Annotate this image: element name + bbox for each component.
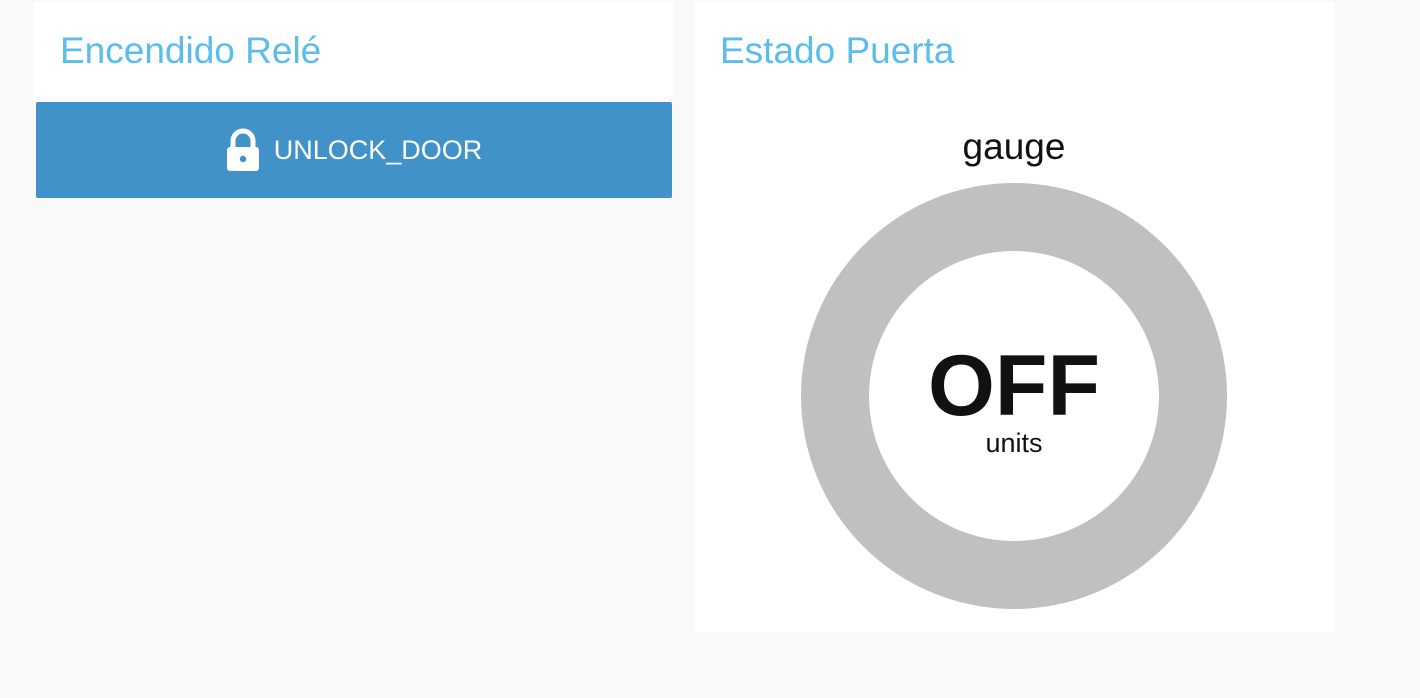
gauge-graphic <box>801 183 1227 609</box>
door-gauge: gauge OFF units <box>694 2 1334 632</box>
relay-card: Encendido Relé <box>34 2 674 98</box>
unlock-door-button[interactable]: UNLOCK_DOOR <box>36 102 672 198</box>
gauge-value: OFF <box>928 338 1100 434</box>
gauge-title: gauge <box>962 126 1066 167</box>
gauge-units: units <box>985 428 1043 458</box>
unlock-door-label: UNLOCK_DOOR <box>273 134 483 165</box>
relay-card-title: Encendido Relé <box>60 30 322 71</box>
lock-icon <box>226 128 260 172</box>
door-status-card: Estado Puerta gauge OFF units <box>694 2 1334 632</box>
dashboard: Encendido Relé UNLOCK_DOOR Estado Puerta… <box>0 0 1420 698</box>
